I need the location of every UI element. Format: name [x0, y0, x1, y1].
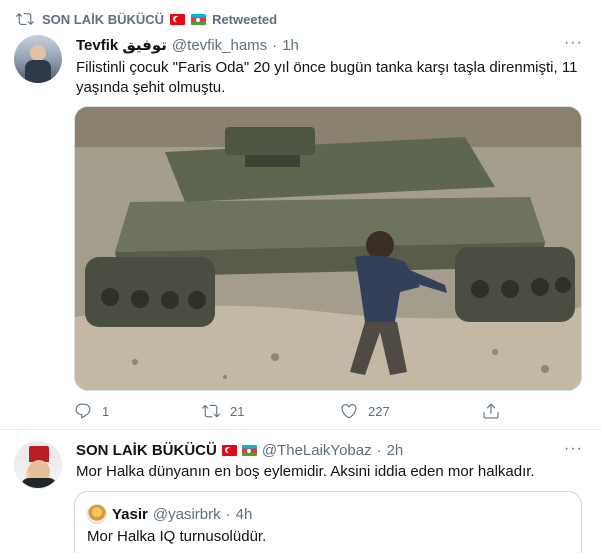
more-options-icon[interactable]: ··· [564, 34, 583, 52]
display-name[interactable]: SON LAİK BÜKÜCÜ [76, 442, 217, 459]
retweet-context: SON LAİK BÜKÜCÜ Retweeted [16, 12, 278, 27]
tweet[interactable]: SON LAİK BÜKÜCÜ @TheLaikYobaz · 2h ··· M… [0, 431, 601, 553]
quoted-tweet-text: Mor Halka IQ turnusolüdür. [87, 528, 267, 545]
user-handle[interactable]: @tevfik_hams [172, 37, 267, 54]
reply-count: 1 [102, 403, 110, 419]
retweet-count: 21 [230, 403, 245, 419]
timestamp[interactable]: 2h [387, 442, 404, 459]
retweeted-label: Retweeted [212, 12, 278, 27]
tweet-header: SON LAİK BÜKÜCÜ @TheLaikYobaz · 2h [76, 442, 403, 459]
share-button[interactable] [482, 402, 500, 420]
avatar[interactable] [14, 35, 62, 83]
retweet-button[interactable]: 21 [202, 402, 244, 420]
display-name: Yasir [112, 505, 148, 523]
display-name[interactable]: Tevfik توفيق [76, 36, 167, 54]
retweet-icon [202, 404, 220, 418]
like-button[interactable]: 227 [340, 402, 390, 420]
timestamp: 4h [235, 505, 253, 523]
timestamp[interactable]: 1h [282, 37, 299, 54]
reply-icon [75, 403, 91, 419]
avatar [87, 504, 107, 524]
avatar[interactable] [14, 441, 62, 489]
like-count: 227 [368, 403, 390, 419]
heart-icon [341, 404, 357, 419]
tweet-retweeted[interactable]: SON LAİK BÜKÜCÜ Retweeted Tevfik توفيق @… [0, 0, 601, 430]
share-icon [483, 403, 499, 419]
separator: · [272, 36, 278, 54]
tweet-text: Filistinli çocuk "Faris Oda" 20 yıl önce… [76, 59, 578, 96]
quoted-tweet[interactable]: Yasir @yasirbrk · 4h Mor Halka IQ turnus… [74, 491, 582, 553]
separator: · [225, 505, 231, 523]
turkey-flag-icon [221, 445, 237, 456]
user-handle: @yasirbrk [152, 505, 221, 523]
turkey-flag-icon [170, 14, 186, 25]
retweeter-name[interactable]: SON LAİK BÜKÜCÜ [42, 12, 164, 27]
quoted-tweet-header: Yasir @yasirbrk · 4h [87, 504, 252, 524]
separator: · [376, 442, 382, 459]
tweet-text: Mor Halka dünyanın en boş eylemidir. Aks… [76, 463, 535, 480]
user-handle[interactable]: @TheLaikYobaz [262, 442, 372, 459]
reply-button[interactable]: 1 [74, 402, 109, 420]
retweet-icon [16, 13, 34, 25]
azerbaijan-flag-icon [241, 445, 257, 456]
more-options-icon[interactable]: ··· [564, 440, 583, 458]
azerbaijan-flag-icon [191, 14, 207, 25]
tweet-header: Tevfik توفيق @tevfik_hams · 1h [76, 36, 299, 55]
tweet-photo[interactable] [74, 106, 582, 391]
tank-photo-illustration [75, 107, 581, 390]
